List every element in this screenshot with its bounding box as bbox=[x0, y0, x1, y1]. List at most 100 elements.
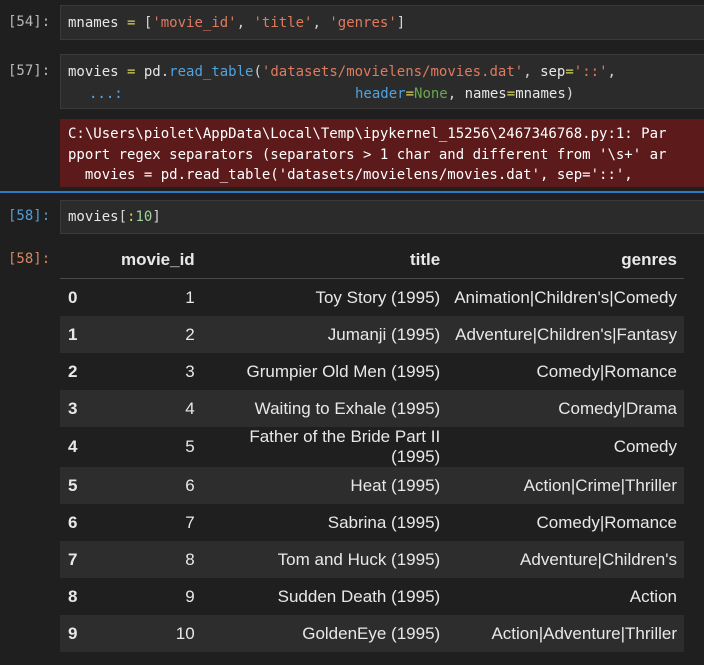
code-token: [ bbox=[118, 209, 128, 225]
cell-title: Toy Story (1995) bbox=[315, 287, 441, 307]
row-index: 4 bbox=[68, 437, 78, 456]
cell-title: Jumanji (1995) bbox=[201, 316, 448, 353]
table-row: 9 10 GoldenEye (1995) Action|Adventure|T… bbox=[60, 615, 684, 652]
code-token: None bbox=[414, 86, 448, 102]
cell-title: GoldenEye (1995) bbox=[201, 615, 448, 652]
code-token: sep bbox=[540, 64, 566, 80]
cell-genres: Action bbox=[629, 586, 677, 606]
index-header bbox=[60, 242, 114, 279]
code-token: ( bbox=[253, 64, 262, 80]
cell-genres: Adventure|Children's|Fantasy bbox=[447, 316, 684, 353]
table-row: 3 4 Waiting to Exhale (1995) Comedy|Dram… bbox=[60, 390, 684, 427]
cell-movie-id: 4 bbox=[114, 390, 202, 427]
column-header-genres: genres bbox=[447, 242, 684, 279]
cell-title: Sudden Death (1995) bbox=[277, 586, 441, 606]
code-token: , bbox=[312, 15, 330, 31]
cell-genres: Adventure|Children's bbox=[447, 541, 684, 578]
code-token: pd bbox=[143, 64, 161, 80]
code-token: , bbox=[447, 86, 465, 102]
cell-genres: Animation|Children's|Comedy bbox=[454, 287, 677, 307]
code-line: mnames = ['movie_id', 'title', 'genres'] bbox=[68, 13, 405, 33]
row-index: 1 bbox=[60, 316, 114, 353]
cell-movie-id: 3 bbox=[185, 361, 195, 381]
warning-output: C:\Users\piolet\AppData\Local\Temp\ipyke… bbox=[60, 119, 704, 187]
cell-movie-id: 8 bbox=[114, 541, 202, 578]
code-cell-54[interactable]: mnames = ['movie_id', 'title', 'genres'] bbox=[60, 5, 704, 40]
row-index: 6 bbox=[68, 512, 78, 532]
code-line-continuation: ...: bbox=[89, 84, 123, 104]
code-line: header=None, names=mnames) bbox=[355, 84, 574, 104]
code-token: , bbox=[236, 15, 254, 31]
code-line: movies = pd.read_table('datasets/moviele… bbox=[68, 62, 616, 82]
table-row: 0 1 Toy Story (1995) Animation|Children'… bbox=[60, 279, 684, 317]
code-token: ] bbox=[152, 209, 161, 225]
cell-genres: Comedy|Romance bbox=[536, 512, 677, 532]
cell-genres: Action|Crime|Thriller bbox=[447, 467, 684, 504]
row-index: 9 bbox=[60, 615, 114, 652]
row-index: 0 bbox=[68, 287, 78, 307]
code-token: movies bbox=[68, 64, 119, 80]
row-index: 7 bbox=[60, 541, 114, 578]
table-header-row: movie_id title genres bbox=[60, 242, 684, 279]
cell-prompt-54: [54]: bbox=[8, 14, 51, 30]
cell-prompt-57: [57]: bbox=[8, 63, 51, 79]
code-token: = bbox=[565, 64, 574, 80]
code-token: mnames bbox=[68, 15, 119, 31]
code-cell-57[interactable]: movies = pd.read_table('datasets/moviele… bbox=[60, 54, 704, 109]
row-index: 5 bbox=[60, 467, 114, 504]
cell-movie-id: 5 bbox=[185, 437, 195, 456]
cell-prompt-58: [58]: bbox=[8, 208, 51, 224]
code-token: mnames bbox=[515, 86, 566, 102]
code-token: = bbox=[405, 86, 415, 102]
cell-title: Heat (1995) bbox=[201, 467, 448, 504]
code-token: , bbox=[607, 64, 616, 80]
cell-movie-id: 10 bbox=[114, 615, 202, 652]
cell-movie-id: 1 bbox=[185, 287, 195, 307]
cell-movie-id: 9 bbox=[185, 586, 195, 606]
continuation-prompt: ...: bbox=[89, 86, 123, 102]
code-token: = bbox=[118, 64, 144, 80]
warning-line: pport regex separators (separators > 1 c… bbox=[68, 147, 667, 163]
code-token: 10 bbox=[135, 209, 153, 225]
table-row: 8 9 Sudden Death (1995) Action bbox=[60, 578, 684, 615]
row-index: 8 bbox=[68, 586, 78, 606]
code-token: header bbox=[355, 86, 406, 102]
cell-movie-id: 2 bbox=[114, 316, 202, 353]
code-token: read_table bbox=[169, 64, 254, 80]
code-token: '::' bbox=[573, 64, 608, 80]
cell-genres: Comedy bbox=[613, 437, 677, 456]
table-row: 5 6 Heat (1995) Action|Crime|Thriller bbox=[60, 467, 684, 504]
code-cell-58[interactable]: movies[:10] bbox=[60, 200, 704, 234]
table-row: 2 3 Grumpier Old Men (1995) Comedy|Roman… bbox=[60, 353, 684, 390]
table-row: 6 7 Sabrina (1995) Comedy|Romance bbox=[60, 504, 684, 541]
cell-movie-id: 6 bbox=[114, 467, 202, 504]
cell-title: Waiting to Exhale (1995) bbox=[201, 390, 448, 427]
warning-line: C:\Users\piolet\AppData\Local\Temp\ipyke… bbox=[68, 126, 667, 142]
row-index: 3 bbox=[60, 390, 114, 427]
cell-title: Sabrina (1995) bbox=[327, 512, 441, 532]
code-token: 'datasets/movielens/movies.dat' bbox=[261, 64, 524, 80]
cell-title: Tom and Huck (1995) bbox=[201, 541, 448, 578]
code-token: ] bbox=[396, 15, 406, 31]
output-prompt-58: [58]: bbox=[8, 251, 51, 267]
cell-title: Father of the Bride Part II (1995) bbox=[249, 427, 441, 466]
column-header-movie-id: movie_id bbox=[114, 242, 202, 279]
code-token: 'movie_id' bbox=[152, 15, 237, 31]
code-token: 'genres' bbox=[329, 15, 397, 31]
warning-line: movies = pd.read_table('datasets/moviele… bbox=[68, 167, 633, 183]
cell-divider bbox=[0, 191, 704, 193]
code-token: 'title' bbox=[253, 15, 313, 31]
row-index: 2 bbox=[68, 361, 78, 381]
table-row: 7 8 Tom and Huck (1995) Adventure|Childr… bbox=[60, 541, 684, 578]
code-token: , bbox=[523, 64, 541, 80]
code-token: movies bbox=[68, 209, 119, 225]
table-row: 1 2 Jumanji (1995) Adventure|Children's|… bbox=[60, 316, 684, 353]
code-token: ) bbox=[565, 86, 575, 102]
code-line: movies[:10] bbox=[68, 207, 161, 227]
cell-movie-id: 7 bbox=[185, 512, 195, 532]
code-token: names bbox=[464, 86, 507, 102]
dataframe-table: movie_id title genres 0 1 Toy Story (199… bbox=[60, 242, 684, 652]
cell-title: Grumpier Old Men (1995) bbox=[246, 361, 441, 381]
cell-genres: Comedy|Romance bbox=[536, 361, 677, 381]
table-row: 4 5 Father of the Bride Part II (1995) C… bbox=[60, 427, 684, 467]
